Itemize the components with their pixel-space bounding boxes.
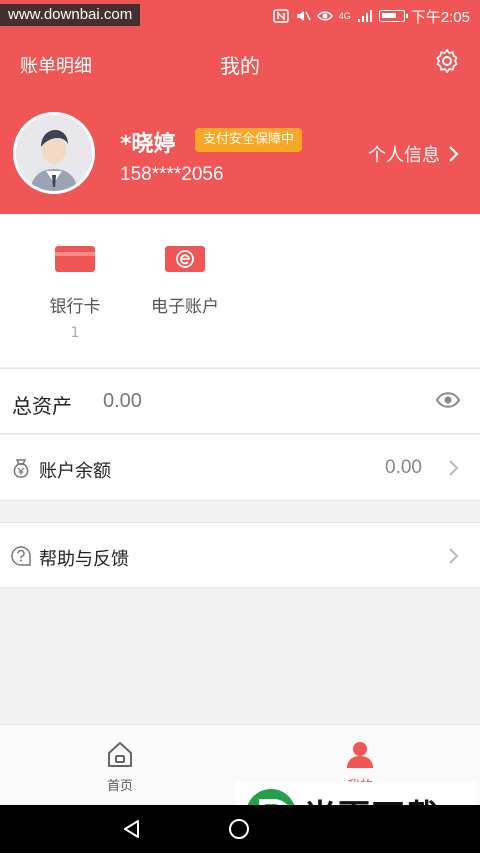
- account-balance-value: 0.00: [385, 457, 422, 478]
- chevron-right-icon: [449, 548, 459, 564]
- help-icon: [11, 546, 31, 566]
- account-balance-row[interactable]: 账户余额 0.00: [0, 435, 480, 501]
- username: *晓婷: [120, 132, 176, 157]
- status-bar: www.downbai.com 4G 下午2:05: [0, 0, 480, 32]
- home-circle-icon[interactable]: [228, 818, 250, 840]
- phone-number: 158****2056: [120, 164, 224, 185]
- mute-icon: [296, 11, 311, 21]
- system-nav-bar: [0, 805, 480, 853]
- profile-header: 账单明细 我的 *晓婷 支付安全保障中 158****2056 个人信息: [0, 32, 480, 214]
- account-shortcuts: 银行卡 1 电子账户: [0, 214, 480, 367]
- e-account-item[interactable]: 电子账户: [130, 244, 240, 317]
- bank-card-label: 银行卡: [49, 297, 101, 317]
- person-icon: [347, 742, 373, 768]
- avatar[interactable]: [13, 112, 95, 194]
- signal-icon: [357, 10, 372, 22]
- eye-icon: [316, 11, 333, 21]
- security-badge: 支付安全保障中: [195, 128, 303, 152]
- personal-info-link[interactable]: 个人信息: [368, 141, 460, 167]
- site-watermark: www.downbai.com: [0, 4, 141, 26]
- e-account-icon: [165, 246, 205, 272]
- chevron-right-icon: [449, 146, 459, 162]
- status-icons: 4G 下午2:05: [273, 6, 470, 26]
- tab-home[interactable]: 首页: [80, 739, 160, 794]
- total-assets-label: 总资产: [12, 394, 72, 418]
- back-icon[interactable]: [121, 818, 143, 840]
- home-icon: [108, 742, 132, 767]
- money-bag-icon: [13, 459, 29, 478]
- chevron-right-icon: [449, 460, 459, 476]
- e-account-label: 电子账户: [151, 297, 219, 317]
- page-title: 我的: [220, 54, 260, 78]
- gear-icon[interactable]: [434, 48, 460, 74]
- tab-home-label: 首页: [106, 779, 133, 794]
- bank-card-icon: [55, 246, 95, 272]
- battery-icon: [378, 10, 408, 22]
- help-feedback-row[interactable]: 帮助与反馈: [0, 522, 480, 588]
- total-assets-row: 总资产 0.00: [0, 368, 480, 434]
- status-time: 下午2:05: [410, 8, 470, 26]
- visibility-eye-icon[interactable]: [436, 391, 460, 409]
- bank-card-item[interactable]: 银行卡 1: [20, 244, 130, 341]
- personal-info-label: 个人信息: [368, 145, 440, 166]
- network-label: 4G: [338, 11, 351, 21]
- account-balance-label: 账户余额: [39, 461, 111, 482]
- total-assets-value: 0.00: [103, 390, 142, 412]
- help-feedback-label: 帮助与反馈: [39, 549, 129, 570]
- bank-card-count: 1: [70, 325, 80, 341]
- avatar-person-icon: [16, 115, 92, 191]
- nfc-icon: [273, 9, 289, 23]
